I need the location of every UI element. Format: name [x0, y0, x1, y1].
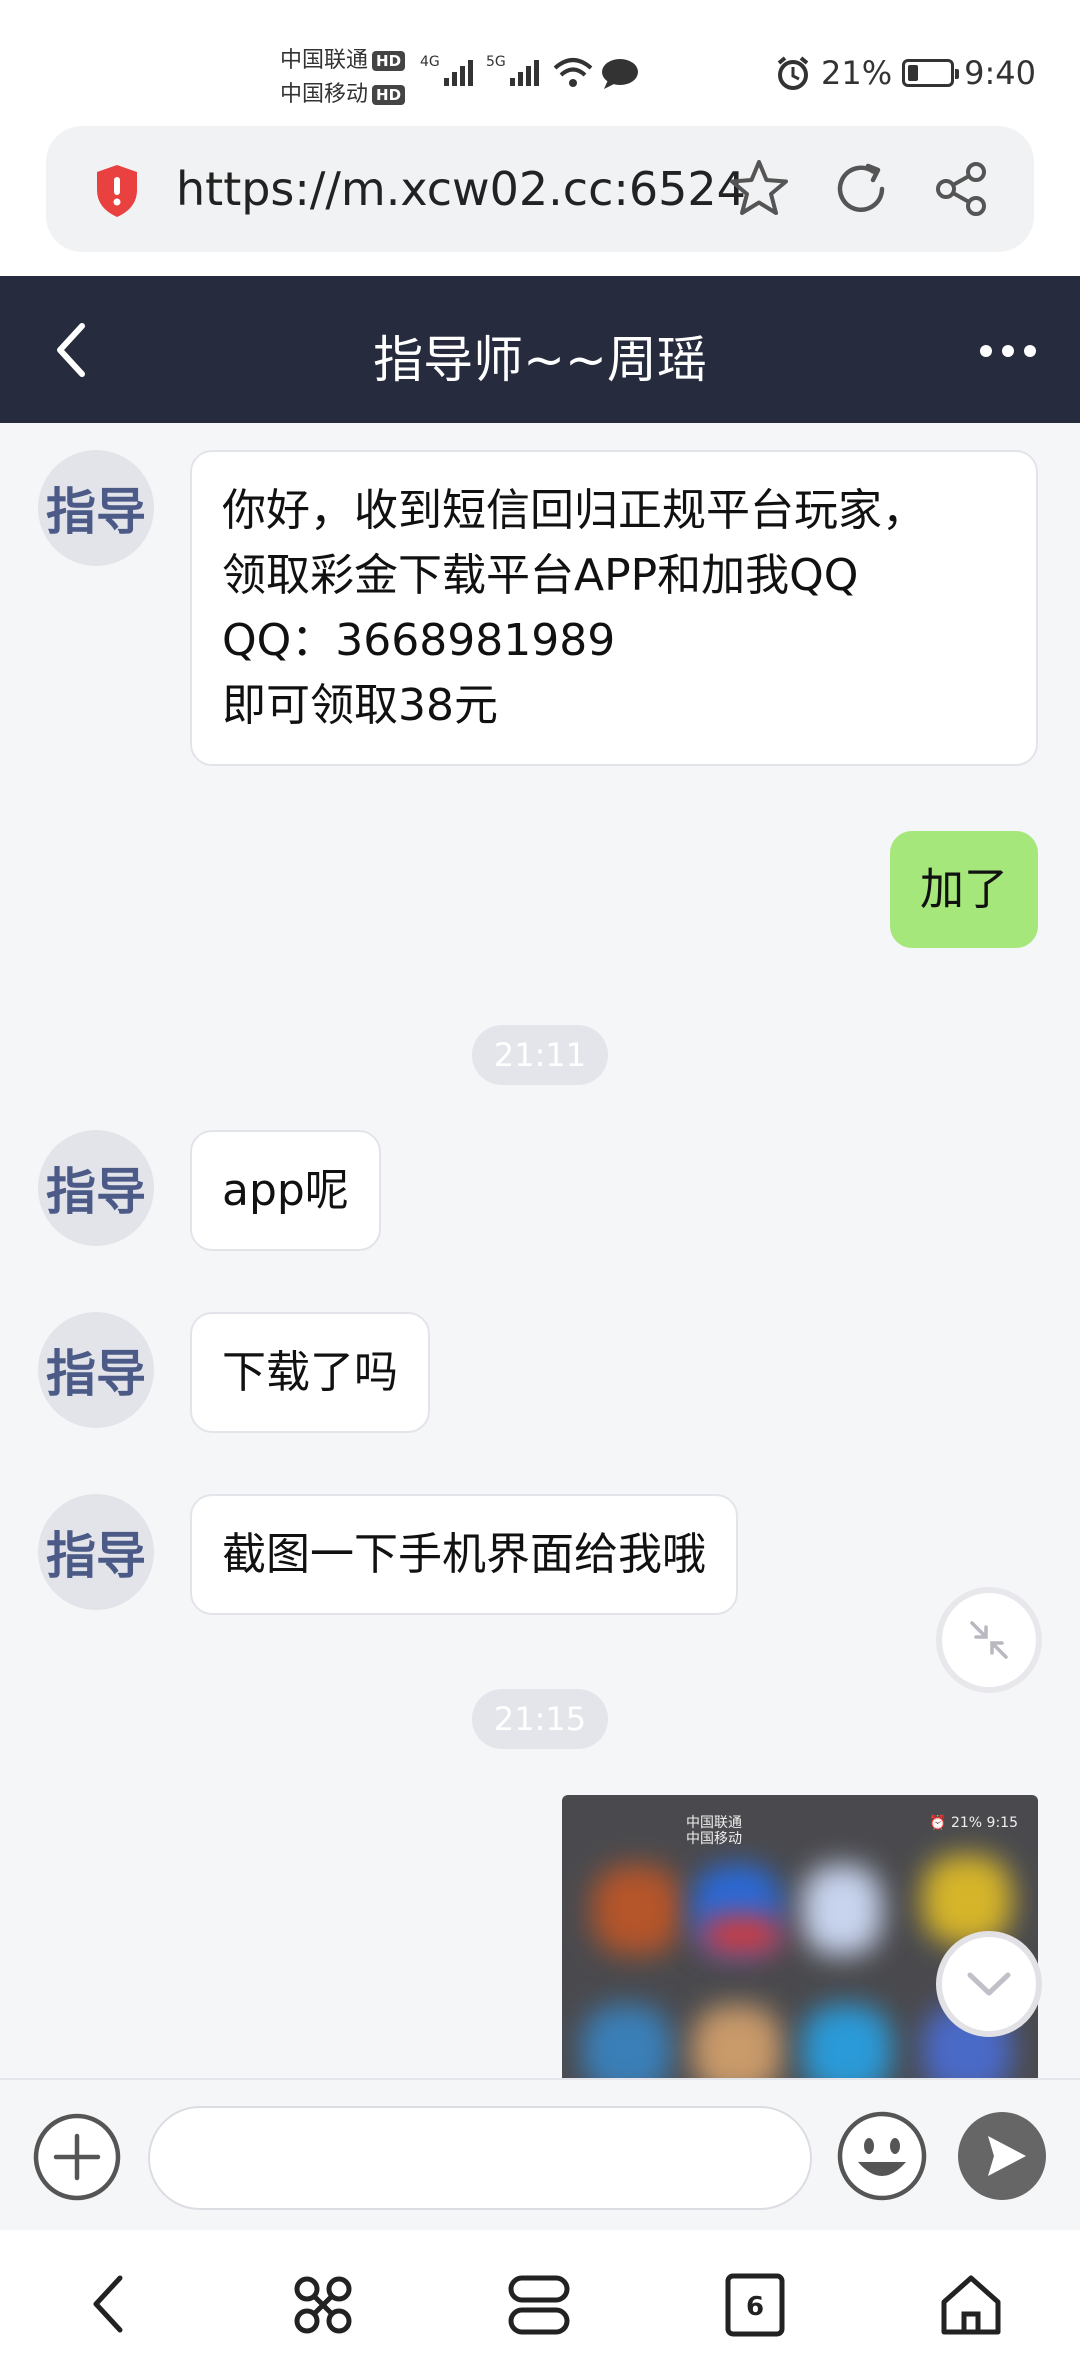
outgoing-message[interactable]: 加了: [890, 831, 1038, 948]
collapse-button[interactable]: [936, 1587, 1042, 1693]
agent-avatar[interactable]: 指导: [38, 1130, 154, 1246]
url-text[interactable]: https://m.xcw02.cc:6524: [176, 162, 746, 216]
signal-4g-icon: 4G: [420, 54, 473, 86]
apps-menu-icon[interactable]: [290, 2272, 356, 2338]
hd-badge-1: HD: [372, 51, 406, 71]
carrier-2: 中国移动: [280, 82, 369, 107]
carrier-info: 中国联通 HD 中国移动 HD: [280, 44, 406, 112]
signal-5g-icon: 5G: [486, 54, 539, 86]
hd-badge-2: HD: [372, 85, 406, 105]
emoji-icon[interactable]: [836, 2110, 928, 2202]
status-bar: 中国联通 HD 中国移动 HD 4G 5G 21% 9:40: [0, 0, 1080, 120]
svg-text:5G: 5G: [486, 54, 506, 70]
status-right: 21% 9:40: [775, 54, 1036, 92]
refresh-icon[interactable]: [828, 156, 894, 222]
tabs-icon[interactable]: 6: [722, 2272, 788, 2338]
menu-icon[interactable]: [506, 2272, 572, 2338]
battery-icon: [902, 59, 960, 87]
svg-text:4G: 4G: [420, 54, 440, 70]
security-shield-icon[interactable]: [92, 162, 142, 220]
clock: 9:40: [964, 54, 1036, 92]
incoming-message[interactable]: 你好，收到短信回归正规平台玩家， 领取彩金下载平台APP和加我QQ QQ：366…: [190, 450, 1038, 766]
bookmark-star-icon[interactable]: [726, 156, 792, 222]
incoming-message[interactable]: app呢: [190, 1130, 381, 1251]
incoming-message[interactable]: 下载了吗: [190, 1312, 430, 1433]
wifi-icon: [553, 58, 593, 87]
chat-title: 指导师~~周瑶: [373, 331, 707, 389]
message-input-bar: [0, 2078, 1080, 2230]
agent-avatar[interactable]: 指导: [38, 450, 154, 566]
add-attachment-icon[interactable]: [32, 2112, 122, 2202]
alarm-icon: [777, 56, 809, 90]
timestamp: 21:15: [472, 1689, 608, 1749]
browser-nav-bar: 6: [0, 2230, 1080, 2376]
message-input[interactable]: [148, 2106, 812, 2210]
timestamp: 21:11: [472, 1025, 608, 1085]
battery-percent: 21%: [821, 54, 893, 92]
scroll-down-button[interactable]: [936, 1931, 1042, 2037]
carrier-1: 中国联通: [280, 48, 369, 73]
address-bar[interactable]: https://m.xcw02.cc:6524: [46, 126, 1034, 252]
incoming-message[interactable]: 截图一下手机界面给我哦: [190, 1494, 738, 1615]
send-icon[interactable]: [956, 2110, 1048, 2202]
chat-header: 指导师~~周瑶: [0, 276, 1080, 423]
share-icon[interactable]: [928, 156, 994, 222]
chat-messages[interactable]: 指导 你好，收到短信回归正规平台玩家， 领取彩金下载平台APP和加我QQ QQ：…: [0, 423, 1080, 2078]
agent-avatar[interactable]: 指导: [38, 1494, 154, 1610]
tab-count: 6: [746, 2292, 764, 2322]
agent-avatar[interactable]: 指导: [38, 1312, 154, 1428]
nav-back-icon[interactable]: [86, 2272, 132, 2336]
message-notification-icon: [602, 59, 638, 89]
collapse-arrows-icon: [970, 1621, 1008, 1659]
more-options-icon[interactable]: [976, 336, 1040, 366]
home-icon[interactable]: [938, 2272, 1004, 2338]
chevron-down-icon: [967, 1972, 1011, 1996]
